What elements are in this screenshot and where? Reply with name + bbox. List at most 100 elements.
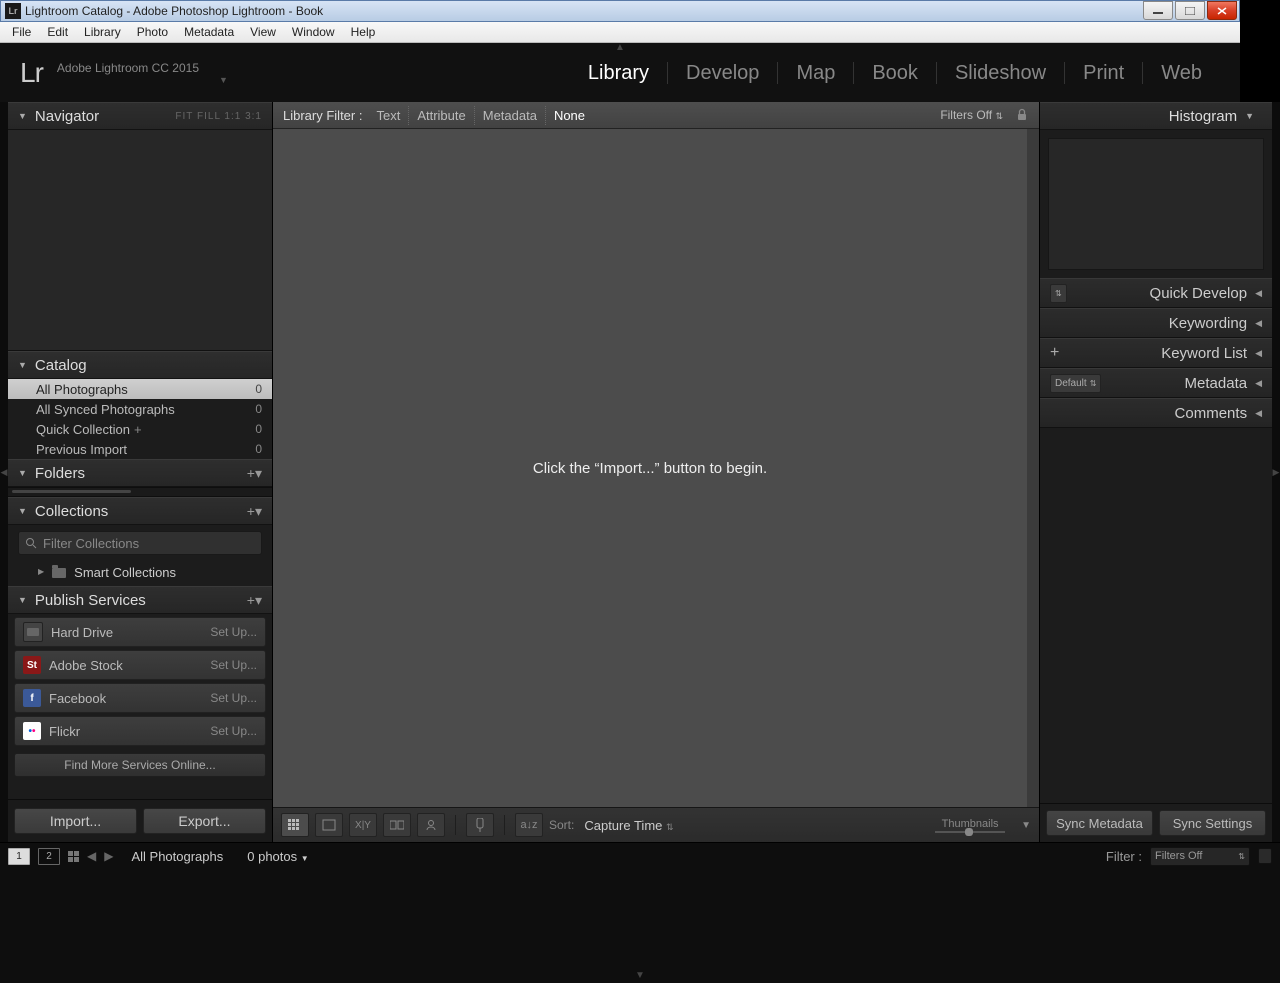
grid-view-button[interactable] bbox=[281, 813, 309, 837]
publish-service-row[interactable]: fFacebookSet Up... bbox=[14, 683, 266, 713]
module-web[interactable]: Web bbox=[1143, 62, 1220, 85]
module-book[interactable]: Book bbox=[854, 62, 936, 85]
library-grid[interactable]: Click the “Import...” button to begin. bbox=[273, 129, 1039, 807]
grid-icon[interactable] bbox=[68, 851, 79, 862]
navigator-zoom-options[interactable]: FIT FILL 1:1 3:1 bbox=[175, 111, 262, 122]
import-button[interactable]: Import... bbox=[14, 808, 137, 834]
publish-setup-link[interactable]: Set Up... bbox=[210, 658, 257, 672]
minimize-button[interactable] bbox=[1143, 1, 1173, 20]
menu-photo[interactable]: Photo bbox=[129, 23, 176, 41]
panel-keyword-list[interactable]: +Keyword List◀ bbox=[1040, 338, 1272, 368]
find-more-services-button[interactable]: Find More Services Online... bbox=[14, 753, 266, 777]
collections-header[interactable]: ▼ Collections +▾ bbox=[8, 497, 272, 525]
filmstrip-count[interactable]: 0 photos ▼ bbox=[247, 849, 308, 864]
smart-collections-label: Smart Collections bbox=[74, 565, 176, 580]
nav-back-button[interactable]: ◀ bbox=[87, 849, 96, 863]
filter-text[interactable]: Text bbox=[368, 106, 408, 125]
add-keyword-button[interactable]: + bbox=[1050, 344, 1059, 362]
chevron-down-icon: ▼ bbox=[301, 854, 309, 863]
loupe-view-button[interactable] bbox=[315, 813, 343, 837]
module-library[interactable]: Library bbox=[570, 62, 667, 85]
panel-preset-dropdown[interactable]: ⇅ bbox=[1050, 284, 1067, 303]
menu-help[interactable]: Help bbox=[343, 23, 384, 41]
collapse-top-icon[interactable]: ▲ bbox=[615, 42, 625, 53]
menu-edit[interactable]: Edit bbox=[39, 23, 76, 41]
menu-file[interactable]: File bbox=[4, 23, 39, 41]
maximize-button[interactable] bbox=[1175, 1, 1205, 20]
collapse-filmstrip-icon[interactable]: ▼ bbox=[635, 970, 645, 981]
secondary-monitor-button[interactable]: 2 bbox=[38, 848, 60, 865]
thumbnail-size-slider[interactable]: Thumbnails bbox=[935, 818, 1005, 833]
filter-preset-dropdown[interactable]: Filters Off ⇅ bbox=[940, 108, 1003, 122]
publish-service-row[interactable]: Hard DriveSet Up... bbox=[14, 617, 266, 647]
publish-setup-link[interactable]: Set Up... bbox=[210, 724, 257, 738]
chevron-down-icon: ▼ bbox=[18, 111, 27, 121]
close-button[interactable] bbox=[1207, 1, 1237, 20]
compare-view-button[interactable]: X|Y bbox=[349, 813, 377, 837]
sort-value-dropdown[interactable]: Capture Time ⇅ bbox=[584, 818, 673, 833]
painter-tool-button[interactable] bbox=[466, 813, 494, 837]
histogram-header[interactable]: Histogram ▼ bbox=[1040, 102, 1272, 130]
plus-icon: + bbox=[134, 422, 142, 437]
publish-service-row[interactable]: ••FlickrSet Up... bbox=[14, 716, 266, 746]
module-develop[interactable]: Develop bbox=[668, 62, 777, 85]
adobe-stock-icon: St bbox=[23, 656, 41, 674]
export-button[interactable]: Export... bbox=[143, 808, 266, 834]
nav-forward-button[interactable]: ▶ bbox=[104, 849, 113, 863]
right-panel: Histogram ▼ ⇅Quick Develop◀Keywording◀+K… bbox=[1039, 102, 1272, 842]
publish-services-header[interactable]: ▼ Publish Services +▾ bbox=[8, 586, 272, 614]
add-collection-button[interactable]: +▾ bbox=[247, 503, 262, 520]
menu-window[interactable]: Window bbox=[284, 23, 343, 41]
navigator-header[interactable]: ▼ Navigator FIT FILL 1:1 3:1 bbox=[8, 102, 272, 130]
right-expand-handle[interactable]: ▶ bbox=[1272, 102, 1280, 842]
publish-setup-link[interactable]: Set Up... bbox=[210, 625, 257, 639]
left-expand-handle[interactable]: ◀ bbox=[0, 102, 8, 842]
sync-settings-button[interactable]: Sync Settings bbox=[1159, 810, 1266, 836]
panel-title: Comments bbox=[1175, 405, 1248, 422]
navigator-preview bbox=[8, 130, 272, 351]
module-slideshow[interactable]: Slideshow bbox=[937, 62, 1064, 85]
publish-service-row[interactable]: St Adobe Stock Set Up... bbox=[14, 650, 266, 680]
panel-preset-dropdown[interactable]: Default ⇅ bbox=[1050, 374, 1101, 393]
dropdown-arrows-icon: ⇅ bbox=[1090, 379, 1097, 388]
menu-library[interactable]: Library bbox=[76, 23, 129, 41]
menu-metadata[interactable]: Metadata bbox=[176, 23, 242, 41]
filter-lock-switch[interactable] bbox=[1258, 848, 1272, 864]
panel-quick-develop[interactable]: ⇅Quick Develop◀ bbox=[1040, 278, 1272, 308]
publish-service-label: Adobe Stock bbox=[49, 658, 123, 673]
sync-metadata-button[interactable]: Sync Metadata bbox=[1046, 810, 1153, 836]
sort-direction-button[interactable]: a↓z bbox=[515, 813, 543, 837]
folders-scrollbar[interactable] bbox=[8, 487, 272, 497]
catalog-header[interactable]: ▼ Catalog bbox=[8, 351, 272, 379]
filter-none[interactable]: None bbox=[545, 106, 593, 125]
menu-view[interactable]: View bbox=[242, 23, 284, 41]
add-folder-button[interactable]: +▾ bbox=[247, 465, 262, 482]
panel-keywording[interactable]: Keywording◀ bbox=[1040, 308, 1272, 338]
filmstrip-filter-dropdown[interactable]: Filters Off⇅ bbox=[1150, 847, 1250, 866]
panel-metadata[interactable]: Default ⇅Metadata◀ bbox=[1040, 368, 1272, 398]
module-print[interactable]: Print bbox=[1065, 62, 1142, 85]
catalog-row[interactable]: Previous Import0 bbox=[8, 439, 272, 459]
catalog-row[interactable]: All Synced Photographs0 bbox=[8, 399, 272, 419]
module-map[interactable]: Map bbox=[778, 62, 853, 85]
publish-setup-link[interactable]: Set Up... bbox=[210, 691, 257, 705]
add-publish-service-button[interactable]: +▾ bbox=[247, 592, 262, 609]
filmstrip-path[interactable]: All Photographs bbox=[131, 849, 223, 864]
primary-monitor-button[interactable]: 1 bbox=[8, 848, 30, 865]
catalog-row[interactable]: All Photographs0 bbox=[8, 379, 272, 399]
catalog-row[interactable]: Quick Collection+0 bbox=[8, 419, 272, 439]
filter-attribute[interactable]: Attribute bbox=[408, 106, 473, 125]
panel-comments[interactable]: Comments◀ bbox=[1040, 398, 1272, 428]
people-view-button[interactable] bbox=[417, 813, 445, 837]
survey-view-button[interactable] bbox=[383, 813, 411, 837]
toolbar-menu-icon[interactable]: ▼ bbox=[1021, 820, 1031, 831]
dropdown-arrows-icon: ⇅ bbox=[1238, 852, 1245, 861]
identity-menu-icon[interactable]: ▼ bbox=[219, 75, 228, 85]
chevron-down-icon: ▼ bbox=[18, 595, 27, 605]
folders-header[interactable]: ▼ Folders +▾ bbox=[8, 459, 272, 487]
filter-collections-input[interactable]: Filter Collections bbox=[18, 531, 262, 555]
lock-icon[interactable] bbox=[1015, 108, 1029, 122]
smart-collections-row[interactable]: ▶ Smart Collections bbox=[8, 561, 272, 586]
filter-metadata[interactable]: Metadata bbox=[474, 106, 545, 125]
library-filter-label: Library Filter : bbox=[283, 108, 362, 123]
